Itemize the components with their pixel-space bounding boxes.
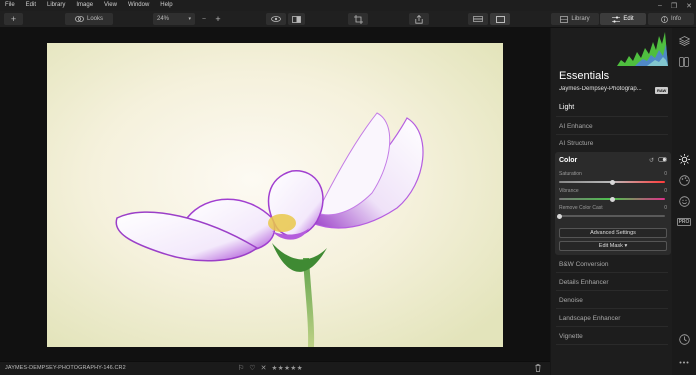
photo-name: Jaymes-Dempsey-Photograp... [559,86,642,92]
divider [556,326,668,327]
single-view-button[interactable] [490,13,510,25]
looks-button[interactable]: Looks [65,13,113,25]
grid-view-button[interactable] [468,13,488,25]
tool-category-strip: PRO [672,28,696,375]
vibrance-thumb[interactable] [609,196,615,202]
looks-label: Looks [86,16,103,22]
presets-icon[interactable] [677,55,691,69]
remove-color-cast-slider[interactable] [559,215,665,217]
remove-color-cast-value: 0 [664,205,667,211]
info-icon [661,15,668,23]
status-bar: JAYMES-DEMPSEY-PHOTOGRAPHY-146.CR2 ⚐ ♡ ✕… [0,361,550,375]
share-icon [415,14,423,24]
color-title: Color [559,157,578,164]
zoom-in-button[interactable]: + [212,13,224,25]
remove-color-cast-label: Remove Color Cast [559,205,603,211]
palette-icon[interactable] [677,173,691,187]
menu-file[interactable]: File [0,0,21,11]
menu-bar: File Edit Library Image View Window Help… [0,0,696,11]
reject-icon[interactable]: ✕ [261,364,267,372]
tool-details-enhancer[interactable]: Details Enhancer [559,279,609,286]
divider [556,344,668,345]
tool-ai-structure[interactable]: AI Structure [559,140,593,147]
preview-toggle-button[interactable] [266,13,286,25]
tab-info[interactable]: Info [648,13,694,25]
edit-panel: Essentials Jaymes-Dempsey-Photograp... R… [551,28,672,375]
crop-button[interactable] [348,13,368,25]
histogram [617,32,668,66]
zoom-value: 24% [157,16,170,22]
trash-icon[interactable] [535,364,541,374]
library-icon [560,15,569,23]
image-canvas[interactable] [0,28,550,361]
edit-sliders-icon [612,15,621,23]
grid-icon [473,16,483,22]
menu-view[interactable]: View [99,0,123,11]
minimize-icon[interactable]: – [658,2,662,9]
vibrance-label: Vibrance [559,188,579,194]
tab-edit-label: Edit [623,16,634,22]
advanced-settings-button[interactable]: Advanced Settings [559,228,667,238]
reset-icon[interactable]: ↺ [649,157,654,164]
tab-info-label: Info [670,16,681,22]
toolbar: + Looks 24% ▾ – + Library Edit Info [0,11,696,28]
heart-icon[interactable]: ♡ [249,364,255,372]
zoom-dropdown[interactable]: 24% ▾ [153,13,195,25]
toggle-icon[interactable] [658,157,667,164]
saturation-label: Saturation [559,171,582,177]
close-icon[interactable]: ✕ [686,2,692,10]
tab-edit[interactable]: Edit [600,13,646,25]
tab-library[interactable]: Library [551,13,599,25]
chevron-down-icon: ▾ [188,16,191,22]
crop-icon [353,14,363,24]
flower-photo [47,43,503,347]
layers-icon[interactable] [677,34,691,48]
remove-color-cast-thumb[interactable] [556,213,562,219]
star-rating[interactable]: ★★★★★ [271,364,303,372]
edit-mask-button[interactable]: Edit Mask ▾ [559,241,667,251]
raw-badge: RAW [655,87,669,94]
saturation-thumb[interactable] [609,179,615,185]
tab-library-label: Library [571,16,590,22]
restore-icon[interactable]: ❐ [671,2,677,10]
single-view-icon [495,15,505,23]
zoom-out-button[interactable]: – [198,13,210,25]
divider [556,290,668,291]
flag-icon[interactable]: ⚐ [238,364,244,372]
menu-window[interactable]: Window [123,0,155,11]
menu-image[interactable]: Image [71,0,99,11]
history-icon[interactable] [677,332,691,346]
share-button[interactable] [409,13,429,25]
saturation-value: 0 [664,171,667,177]
compare-button[interactable] [288,13,305,25]
menu-edit[interactable]: Edit [21,0,42,11]
add-button[interactable]: + [4,13,23,25]
tool-vignette[interactable]: Vignette [559,333,583,340]
tool-ai-enhance[interactable]: AI Enhance [559,123,593,130]
menu-library[interactable]: Library [42,0,71,11]
pro-icon[interactable]: PRO [676,215,692,229]
divider [556,134,668,135]
photo-preview[interactable] [47,43,503,347]
sun-icon[interactable] [677,152,691,166]
divider [556,272,668,273]
tool-bw-conversion[interactable]: B&W Conversion [559,261,609,268]
more-icon[interactable] [677,355,691,369]
divider [556,116,668,117]
looks-icon [75,16,84,22]
tool-light[interactable]: Light [559,104,574,111]
color-tool: Color ↺ Saturation 0 Vibrance 0 Remove C… [555,152,671,255]
divider [556,308,668,309]
smiley-icon[interactable] [677,194,691,208]
menu-help[interactable]: Help [155,0,178,11]
tool-denoise[interactable]: Denoise [559,297,583,304]
file-name: JAYMES-DEMPSEY-PHOTOGRAPHY-146.CR2 [5,365,126,371]
compare-icon [292,15,301,23]
tool-landscape-enhancer[interactable]: Landscape Enhancer [559,315,620,322]
vibrance-value: 0 [664,188,667,194]
eye-icon [271,16,281,22]
panel-title: Essentials [559,70,610,82]
